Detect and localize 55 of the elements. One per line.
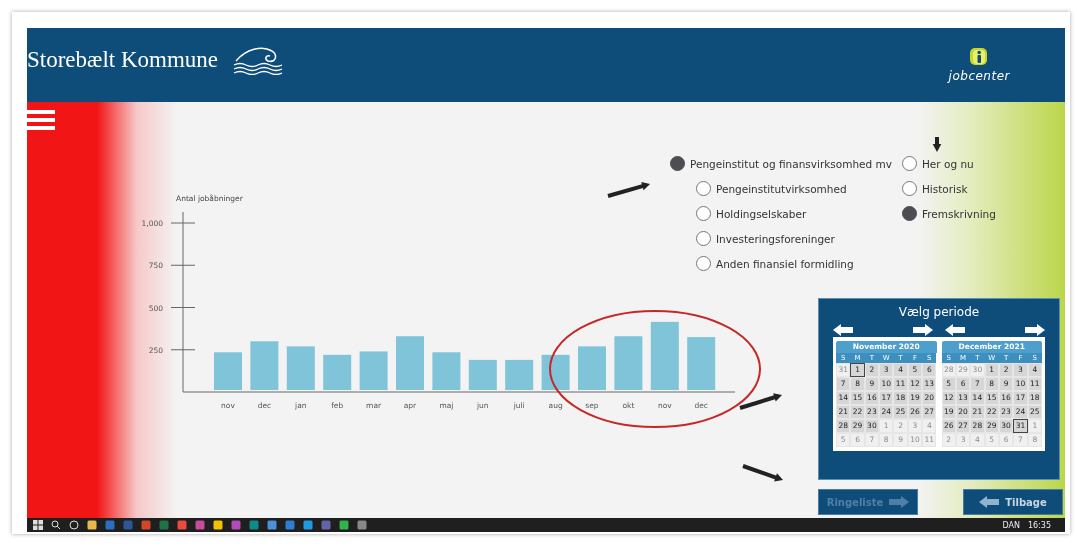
menu-icon[interactable] [27,110,55,130]
tick-mark [170,307,196,308]
annotation-arrow [739,393,782,410]
radio-button[interactable] [696,206,711,221]
bar [359,351,388,390]
option-label: Pengeinstitut og finansvirksomhed mv [690,157,892,170]
radio-button[interactable] [901,181,917,196]
bar [468,359,497,390]
option-label: Investeringsforeninger [716,232,835,245]
radio-button[interactable] [696,231,711,246]
tick-mark [170,264,196,266]
left-arrow-icon [979,496,1000,508]
option-label: Her og nu [921,157,974,170]
bar [578,346,606,390]
option-label: Holdingselskaber [716,207,807,220]
left-arrow-icon[interactable] [833,324,853,336]
radio-button[interactable] [670,156,685,171]
bar [214,352,242,390]
bar [432,352,461,390]
option-label: Historisk [921,182,968,195]
radio-button[interactable] [696,181,711,196]
logo-text: jobcenter [948,69,1010,83]
bar [614,336,643,390]
municipality-title: Storebælt Kommune [27,47,219,73]
annotation-arrow [607,182,650,198]
jobcenter-logo-icon [969,47,990,67]
right-arrow-icon[interactable] [913,324,933,336]
search-icon[interactable] [51,520,61,530]
bar [687,337,716,390]
right-arrow-icon [889,496,910,508]
panel-title: Vælg periode [897,305,981,321]
option-label: Fremskrivning [921,207,996,220]
option-label: Pengeinstitutvirksomhed [716,182,847,195]
bar [650,321,679,390]
tick-mark [170,222,196,224]
bar [396,336,424,390]
clock[interactable]: 16:35 [1027,520,1051,530]
right-arrow-icon[interactable] [1025,324,1045,336]
circle-icon[interactable] [69,520,79,530]
bar [286,346,315,390]
language-indicator[interactable]: DAN [1002,520,1020,530]
bar [505,359,534,390]
annotation-arrow [932,137,942,152]
bar [323,354,352,390]
left-arrow-icon[interactable] [945,324,965,336]
radio-button[interactable] [696,256,711,271]
annotation-arrow [742,464,783,482]
nav-button[interactable]: Tilbage [963,489,1063,515]
bar [541,354,570,390]
option-label: Anden finansiel formidling [716,257,854,270]
tick-mark [170,349,196,351]
radio-button[interactable] [901,206,917,221]
windows-icon[interactable] [33,520,43,530]
radio-button[interactable] [901,156,917,171]
bar [250,341,279,390]
